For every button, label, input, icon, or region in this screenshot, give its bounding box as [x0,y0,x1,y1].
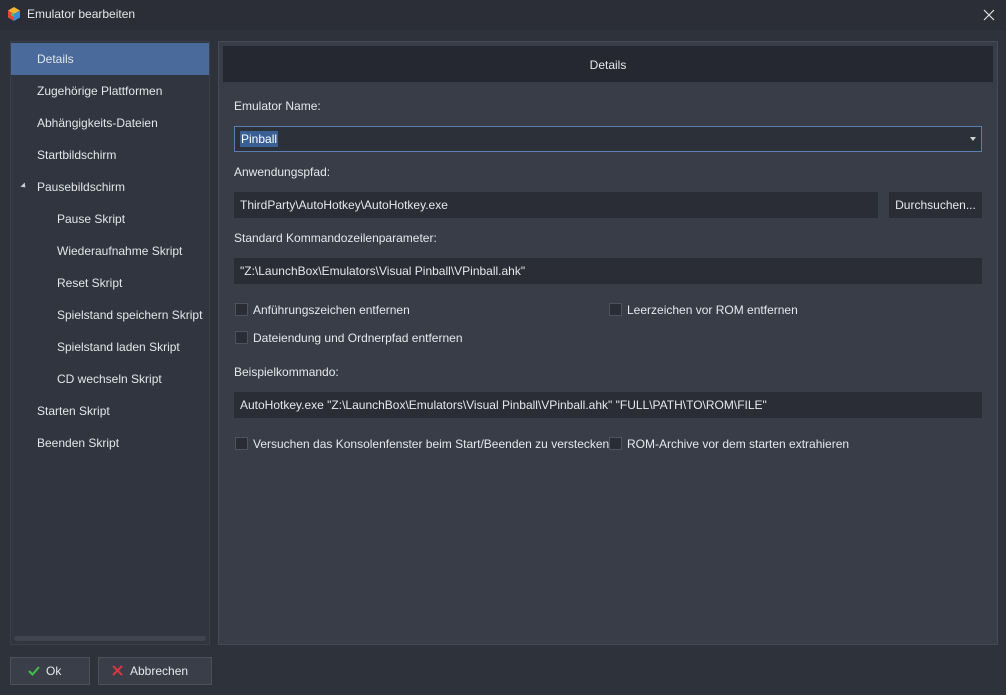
close-icon [983,9,995,21]
sidebar-item-label: Abhängigkeits-Dateien [37,116,158,130]
example-command-field[interactable]: AutoHotkey.exe "Z:\LaunchBox\Emulators\V… [234,392,982,418]
hide-console-label[interactable]: Versuchen das Konsolenfenster beim Start… [253,437,609,451]
remove-space-before-rom-label[interactable]: Leerzeichen vor ROM entfernen [627,303,798,317]
sidebar-item-label: Spielstand laden Skript [57,340,180,354]
sidebar-item-startscreen[interactable]: Startbildschirm [11,139,209,171]
remove-extension-path-checkbox[interactable] [235,331,248,344]
sidebar-item-label: Pausebildschirm [37,180,126,194]
remove-extension-path-label[interactable]: Dateiendung und Ordnerpfad entfernen [253,331,463,345]
example-label: Beispielkommando: [234,365,339,379]
sidebar-item-exit-script[interactable]: Beenden Skript [11,427,209,459]
sidebar-item-label: Zugehörige Plattformen [37,84,163,98]
hide-console-checkbox[interactable] [235,437,248,450]
browse-button[interactable]: Durchsuchen... [889,192,982,218]
cancel-button[interactable]: Abbrechen [98,657,212,685]
sidebar-item-platforms[interactable]: Zugehörige Plattformen [11,75,209,107]
sidebar-item-label: Pause Skript [57,212,126,226]
window-title: Emulator bearbeiten [27,7,136,21]
ok-button[interactable]: Ok [10,657,90,685]
cancel-x-icon [112,665,123,676]
cancel-label: Abbrechen [130,664,189,678]
sidebar-item-pause-script[interactable]: Pause Skript [11,203,209,235]
emulator-name-combobox[interactable]: Pinball [234,126,982,152]
close-button[interactable] [972,0,1006,30]
sidebar-item-label: Wiederaufnahme Skript [57,244,183,258]
sidebar-item-label: Startbildschirm [37,148,117,162]
emulator-name-label: Emulator Name: [234,99,321,113]
remove-quotes-checkbox[interactable] [235,303,248,316]
expand-arrow-icon[interactable] [20,182,28,190]
ok-label: Ok [46,664,62,678]
cmdline-input[interactable]: "Z:\LaunchBox\Emulators\Visual Pinball\V… [234,258,982,284]
sidebar-item-save-state-script[interactable]: Spielstand speichern Skript [11,299,209,331]
panel-header: Details [223,46,993,82]
sidebar-item-label: Starten Skript [37,404,110,418]
sidebar-item-start-script[interactable]: Starten Skript [11,395,209,427]
sidebar-item-label: Reset Skript [57,276,123,290]
sidebar-item-swap-cd-script[interactable]: CD wechseln Skript [11,363,209,395]
sidebar-item-label: Beenden Skript [37,436,120,450]
app-icon [8,7,20,21]
extract-rom-archives-label[interactable]: ROM-Archive vor dem starten extrahieren [627,437,849,451]
combo-arrow-icon[interactable] [970,137,976,141]
sidebar-item-load-state-script[interactable]: Spielstand laden Skript [11,331,209,363]
cmdline-label: Standard Kommandozeilenparameter: [234,231,437,245]
sidebar-item-details[interactable]: Details [11,43,209,75]
sidebar-scrollbar[interactable] [14,636,206,641]
checkmark-icon [28,666,40,676]
sidebar-item-label: CD wechseln Skript [57,372,162,386]
remove-space-before-rom-checkbox[interactable] [609,303,622,316]
sidebar-item-resume-script[interactable]: Wiederaufnahme Skript [11,235,209,267]
sidebar-nav: Details Zugehörige Plattformen Abhängigk… [10,41,210,645]
extract-rom-archives-checkbox[interactable] [609,437,622,450]
sidebar-item-label: Details [37,52,74,66]
sidebar-item-pausescreen[interactable]: Pausebildschirm [11,171,209,203]
app-path-input[interactable]: ThirdParty\AutoHotkey\AutoHotkey.exe [234,192,878,218]
emulator-name-value: Pinball [240,131,279,147]
sidebar-item-dependencies[interactable]: Abhängigkeits-Dateien [11,107,209,139]
sidebar-item-label: Spielstand speichern Skript [57,308,203,322]
details-panel: Details Emulator Name: Pinball Anwendung… [218,41,998,645]
title-bar: Emulator bearbeiten [0,0,1006,30]
sidebar-item-reset-script[interactable]: Reset Skript [11,267,209,299]
app-path-label: Anwendungspfad: [234,165,331,179]
remove-quotes-label[interactable]: Anführungszeichen entfernen [253,303,410,317]
